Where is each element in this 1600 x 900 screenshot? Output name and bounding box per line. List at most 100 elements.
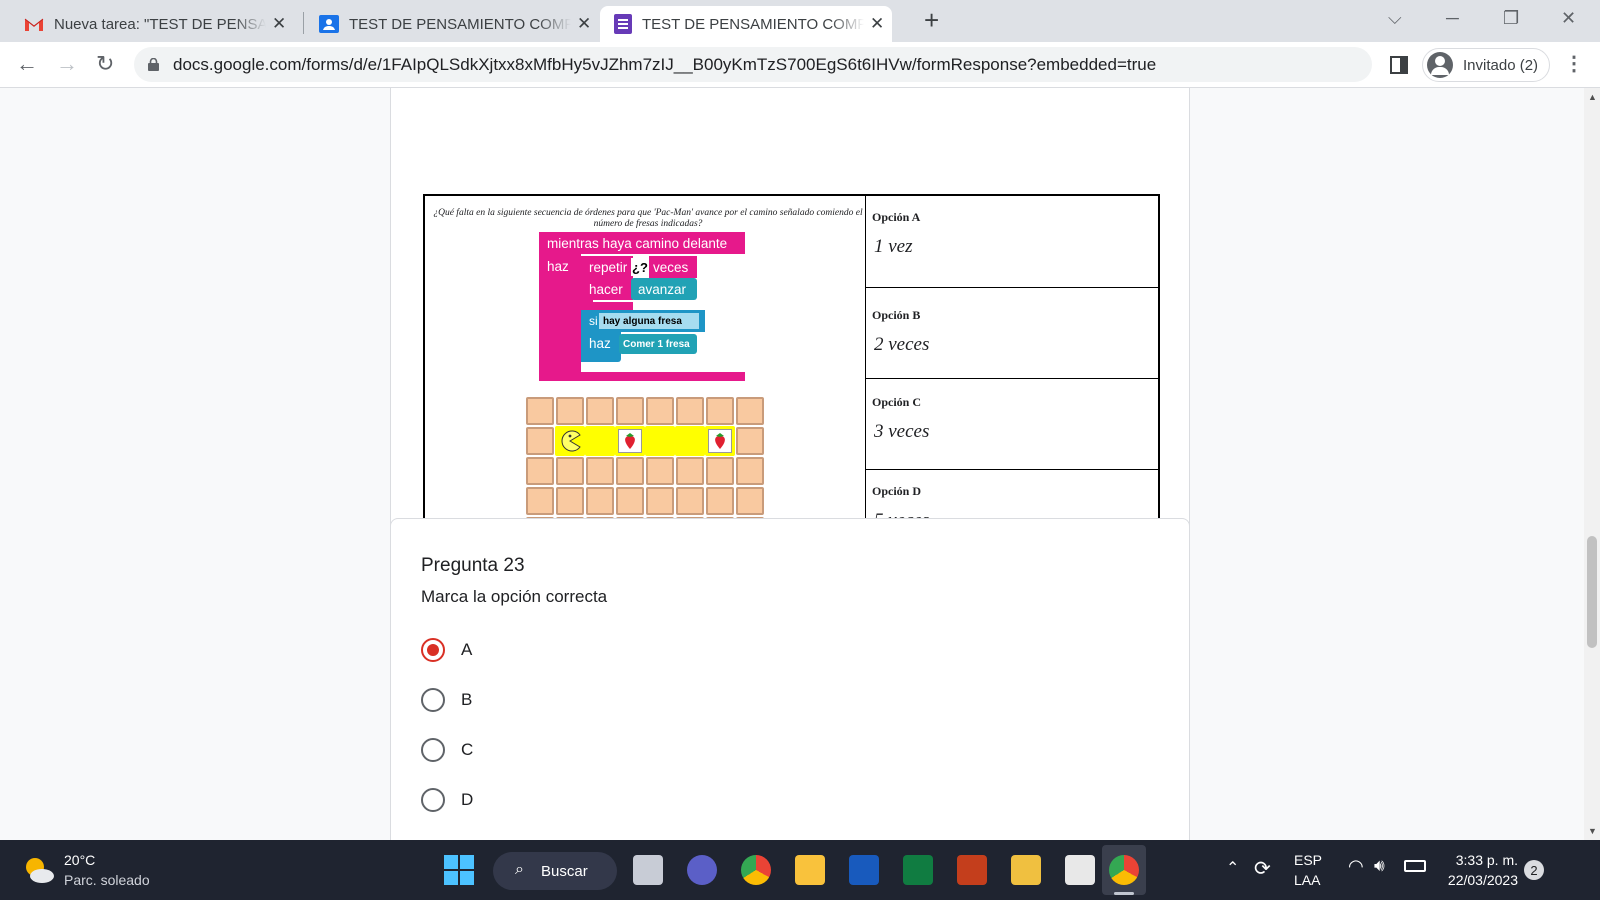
option-c-header: Opción C — [872, 395, 922, 409]
math-app-icon[interactable] — [1065, 855, 1095, 885]
path-cell — [675, 426, 705, 456]
radio-icon[interactable] — [421, 738, 445, 762]
wifi-icon[interactable]: ◠ — [1348, 856, 1364, 877]
photos-icon[interactable] — [1011, 855, 1041, 885]
new-tab-button[interactable]: + — [924, 5, 939, 36]
page-scrollbar[interactable]: ▲ ▼ — [1584, 88, 1600, 840]
radio-icon[interactable] — [421, 788, 445, 812]
program-panel: ¿Qué falta en la siguiente secuencia de … — [425, 196, 866, 555]
form-page: ¿Qué falta en la siguiente secuencia de … — [0, 88, 1584, 840]
side-panel-icon[interactable] — [1390, 56, 1408, 74]
notification-badge[interactable]: 2 — [1524, 860, 1544, 880]
forward-icon[interactable]: → — [56, 51, 78, 77]
clock-time[interactable]: 3:33 p. m. — [1438, 852, 1518, 868]
tab-gmail[interactable]: Nueva tarea: "TEST DE PENSAMIE ✕ — [10, 6, 298, 42]
tab-title: TEST DE PENSAMIENTO COMPUT — [349, 15, 571, 33]
radio-icon[interactable] — [421, 688, 445, 712]
grid-cell — [646, 397, 674, 425]
volume-icon[interactable]: 🔊︎ — [1374, 856, 1385, 876]
do-label-2: hacer — [581, 278, 633, 300]
restore-icon[interactable]: ❐ — [1503, 8, 1519, 29]
option-label: B — [461, 690, 473, 709]
grid-cell — [616, 457, 644, 485]
grid-cell — [736, 427, 764, 455]
reload-icon[interactable]: ↻ — [96, 51, 114, 77]
option-d-radio[interactable]: D — [421, 785, 473, 815]
close-tab-icon[interactable]: ✕ — [870, 14, 884, 34]
grid-cell — [706, 457, 734, 485]
chrome-icon[interactable] — [741, 855, 771, 885]
do-label-3: haz — [581, 332, 621, 354]
option-d-header: Opción D — [872, 484, 922, 498]
search-label: Buscar — [541, 862, 588, 880]
grid-cell — [556, 487, 584, 515]
grid-cell — [676, 487, 704, 515]
grid-cell — [676, 457, 704, 485]
taskbar-search[interactable]: ⌕ Buscar — [493, 852, 617, 890]
address-bar[interactable]: docs.google.com/forms/d/e/1FAIpQLSdkXjtx… — [134, 47, 1372, 82]
question-prompt: ¿Qué falta en la siguiente secuencia de … — [433, 208, 863, 229]
active-indicator — [1114, 892, 1134, 895]
weather-temp[interactable]: 20°C — [64, 852, 95, 868]
tab-forms[interactable]: TEST DE PENSAMIENTO COMPUT ✕ — [600, 6, 892, 42]
menu-icon[interactable]: ⋮ — [1564, 51, 1584, 76]
tab-search-icon[interactable]: ⌵ — [1388, 8, 1402, 29]
grid-cell — [676, 397, 704, 425]
grid-cell — [526, 457, 554, 485]
radio-selected-icon[interactable] — [421, 638, 445, 662]
classroom-icon — [319, 15, 339, 33]
tab-bar: Nueva tarea: "TEST DE PENSAMIE ✕ TEST DE… — [0, 0, 1600, 42]
tab-classroom[interactable]: TEST DE PENSAMIENTO COMPUT ✕ — [305, 6, 595, 42]
grid-cell — [646, 457, 674, 485]
battery-icon[interactable] — [1404, 860, 1426, 872]
option-label: D — [461, 790, 474, 809]
scroll-down-icon[interactable]: ▼ — [1588, 826, 1597, 836]
language-variant[interactable]: LAA — [1294, 872, 1320, 888]
option-b-radio[interactable]: B — [421, 685, 472, 715]
chrome-active-icon[interactable] — [1109, 855, 1139, 885]
option-c-value: 3 veces — [874, 421, 930, 442]
url-text: docs.google.com/forms/d/e/1FAIpQLSdkXjtx… — [173, 54, 1157, 74]
task-view-icon[interactable] — [633, 855, 663, 885]
minimize-icon[interactable]: ─ — [1446, 8, 1459, 29]
scroll-up-icon[interactable]: ▲ — [1588, 92, 1597, 102]
option-a-cell: Opción A 1 vez — [866, 196, 1158, 288]
forms-icon — [614, 14, 632, 34]
file-explorer-icon[interactable] — [795, 855, 825, 885]
scrollbar-thumb[interactable] — [1587, 536, 1597, 648]
powerpoint-icon[interactable] — [957, 855, 987, 885]
while-block-body — [539, 232, 581, 380]
word-icon[interactable] — [849, 855, 879, 885]
pacman-icon — [561, 430, 581, 452]
profile-button[interactable]: Invitado (2) — [1422, 48, 1550, 82]
grid-cell — [736, 487, 764, 515]
tray-chevron-icon[interactable]: ⌃ — [1226, 858, 1239, 878]
option-a-radio[interactable]: A — [421, 635, 472, 665]
grid-cell — [556, 397, 584, 425]
question-image: ¿Qué falta en la siguiente secuencia de … — [423, 194, 1160, 557]
while-block: mientras haya camino delante — [539, 232, 745, 254]
weather-icon[interactable] — [22, 854, 56, 886]
windows-start-icon[interactable] — [444, 855, 474, 885]
grid-cell — [736, 397, 764, 425]
while-block-end — [539, 372, 745, 381]
close-window-icon[interactable]: ✕ — [1561, 8, 1576, 29]
clock-date[interactable]: 22/03/2023 — [1438, 872, 1518, 888]
option-c-radio[interactable]: C — [421, 735, 473, 765]
tab-title: Nueva tarea: "TEST DE PENSAMIE — [54, 15, 266, 33]
chat-icon[interactable] — [687, 855, 717, 885]
excel-icon[interactable] — [903, 855, 933, 885]
weather-desc[interactable]: Parc. soleado — [64, 872, 150, 888]
grid-cell — [526, 487, 554, 515]
tab-title: TEST DE PENSAMIENTO COMPUT — [642, 15, 864, 33]
close-tab-icon[interactable]: ✕ — [272, 14, 286, 34]
back-icon[interactable]: ← — [16, 51, 38, 77]
strawberry-cell — [705, 426, 735, 456]
grid-cell — [706, 397, 734, 425]
language-code[interactable]: ESP — [1294, 852, 1322, 868]
grid-cell — [616, 487, 644, 515]
sync-icon[interactable]: ⟳ — [1254, 856, 1271, 881]
eat-block: Comer 1 fresa — [619, 334, 697, 354]
option-label: C — [461, 740, 474, 759]
close-tab-icon[interactable]: ✕ — [577, 14, 591, 34]
